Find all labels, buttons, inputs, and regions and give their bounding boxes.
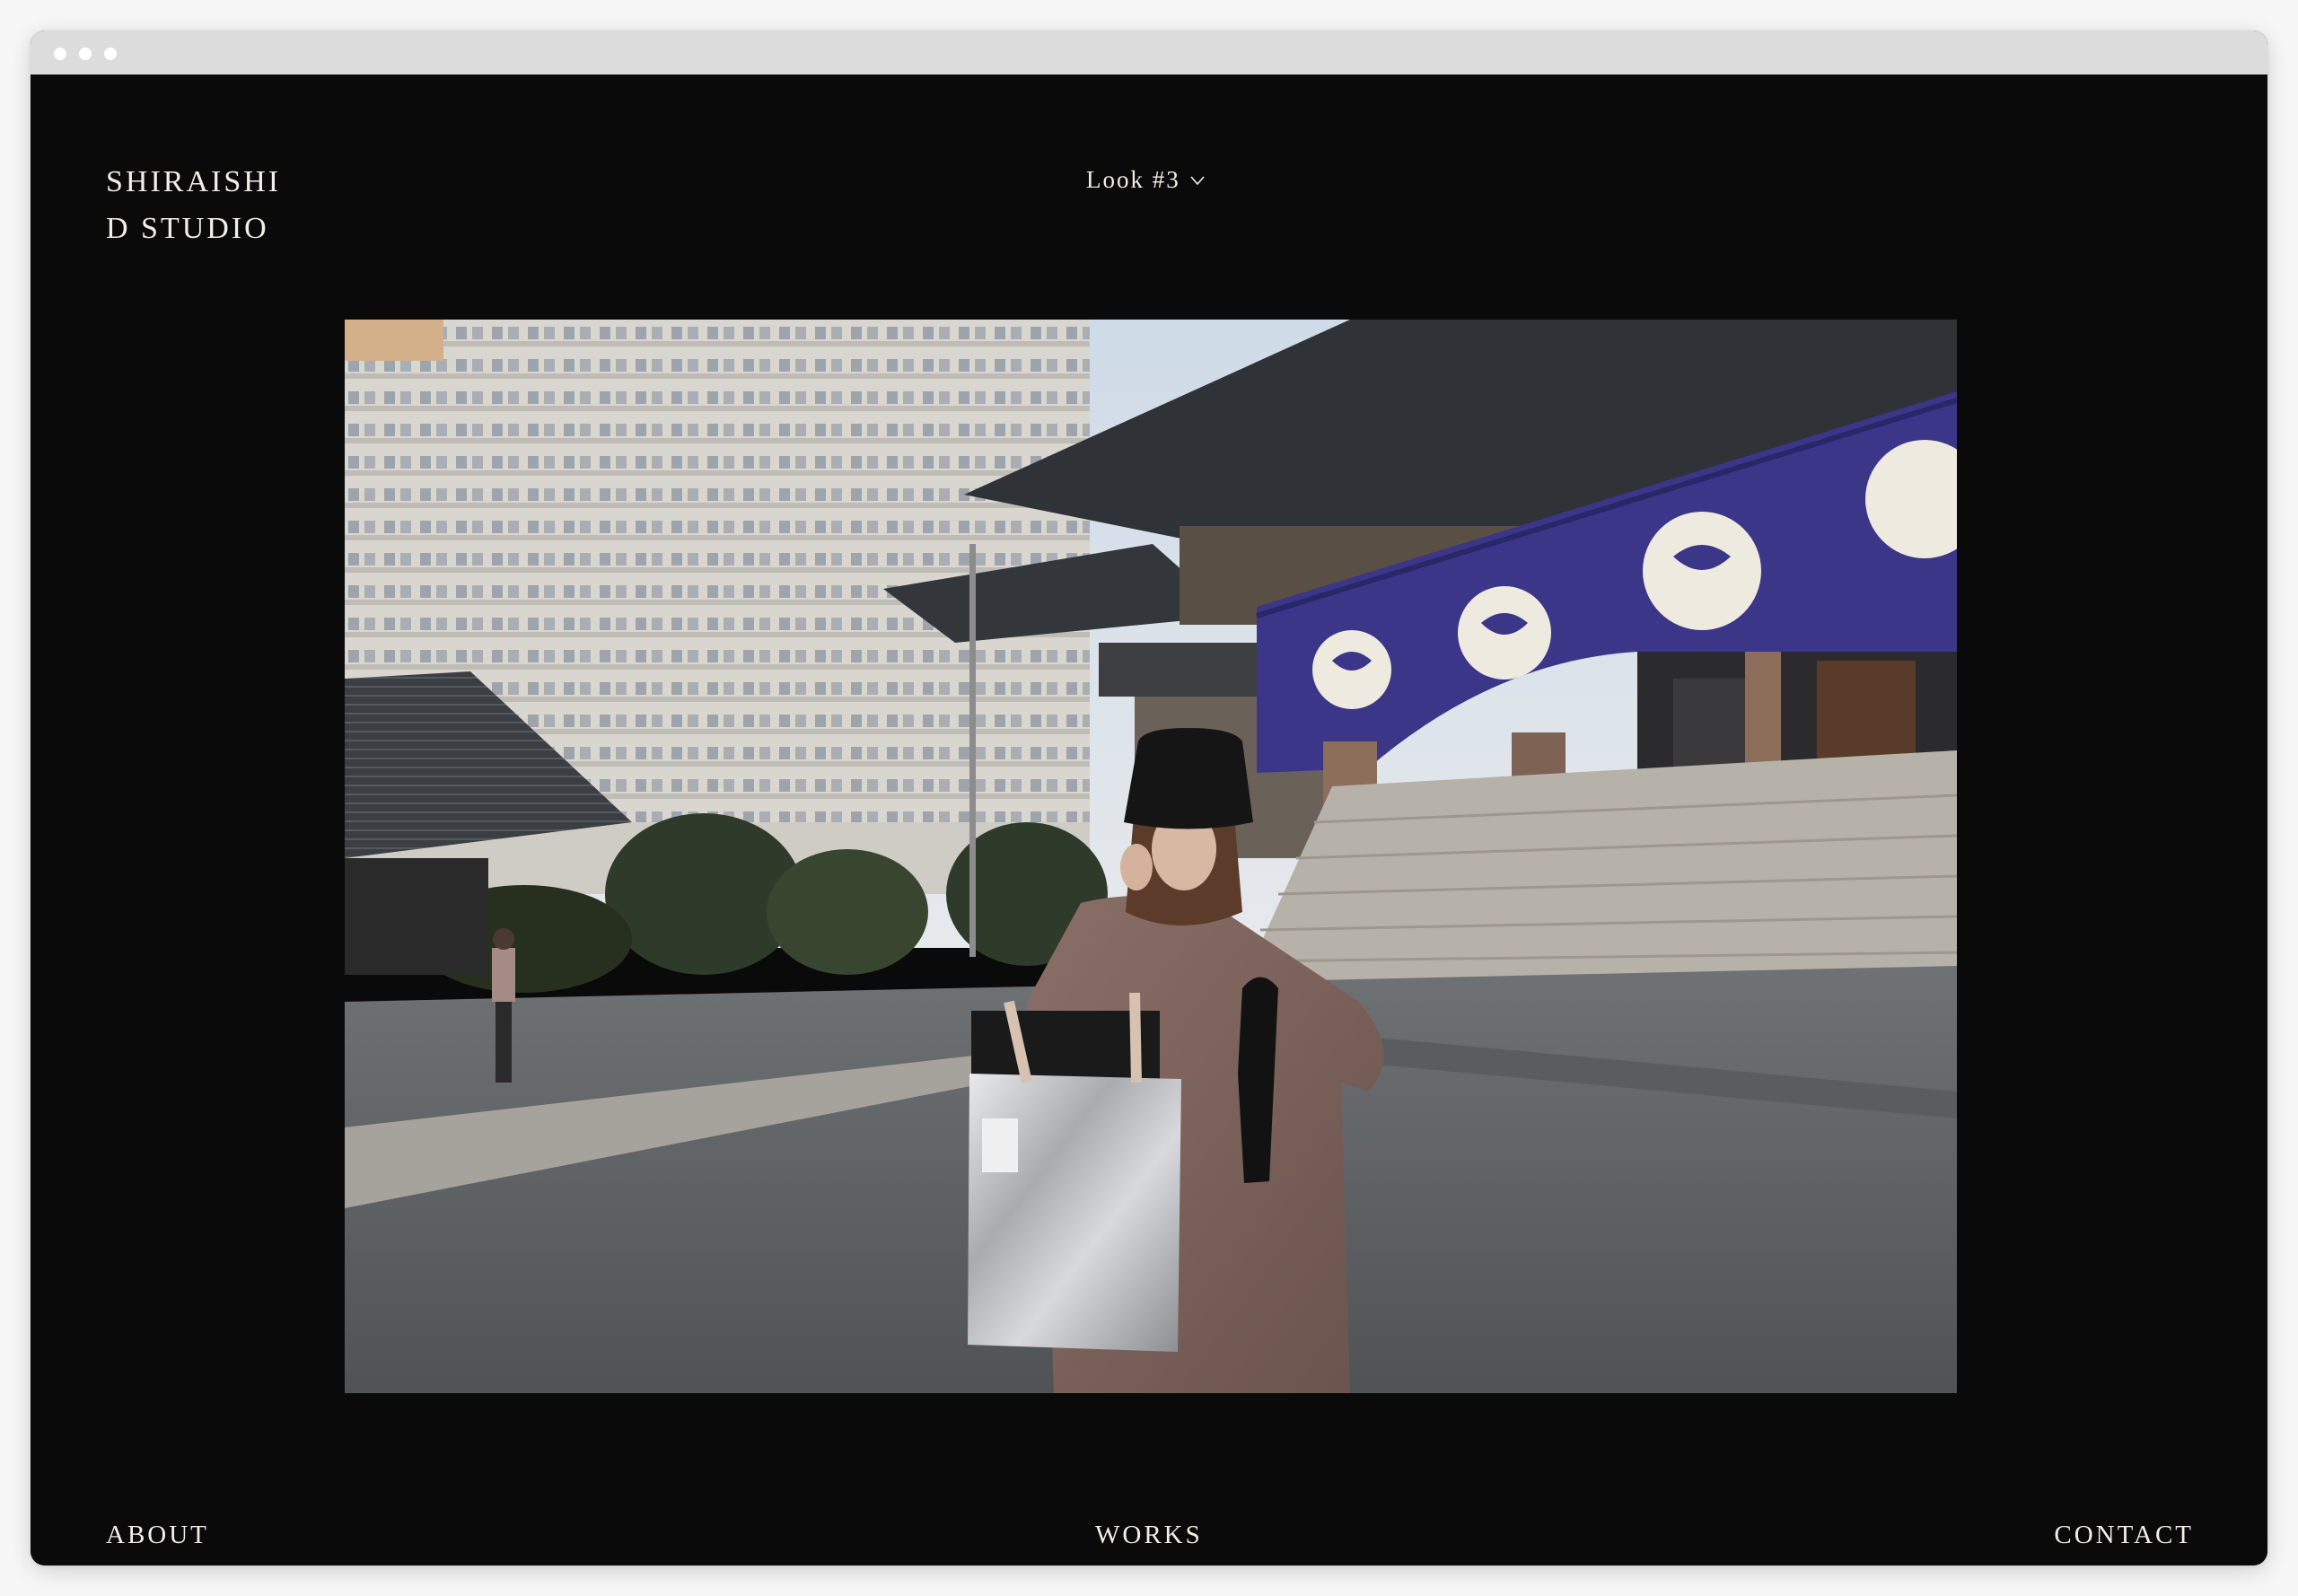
hero-photo xyxy=(345,320,1957,1393)
nav-contact[interactable]: CONTACT xyxy=(2054,1521,2194,1550)
window-dot-icon xyxy=(79,48,92,60)
window-dot-icon xyxy=(104,48,117,60)
look-selector-label: Look #3 xyxy=(1086,166,1180,193)
site-page: SHIRAISHI D STUDIO Look #3 ABOUT WORKS C… xyxy=(31,75,2267,1565)
site-logo[interactable]: SHIRAISHI D STUDIO xyxy=(106,159,281,252)
look-selector[interactable]: Look #3 xyxy=(1086,166,1206,194)
nav-about[interactable]: ABOUT xyxy=(106,1521,209,1550)
chevron-down-icon xyxy=(1190,175,1205,185)
logo-line-1: SHIRAISHI xyxy=(106,165,282,198)
browser-window: SHIRAISHI D STUDIO Look #3 ABOUT WORKS C… xyxy=(31,31,2267,1565)
browser-titlebar xyxy=(31,31,2267,75)
nav-works[interactable]: WORKS xyxy=(1095,1521,1203,1550)
window-dot-icon xyxy=(54,48,66,60)
logo-line-2: D STUDIO xyxy=(106,212,269,245)
